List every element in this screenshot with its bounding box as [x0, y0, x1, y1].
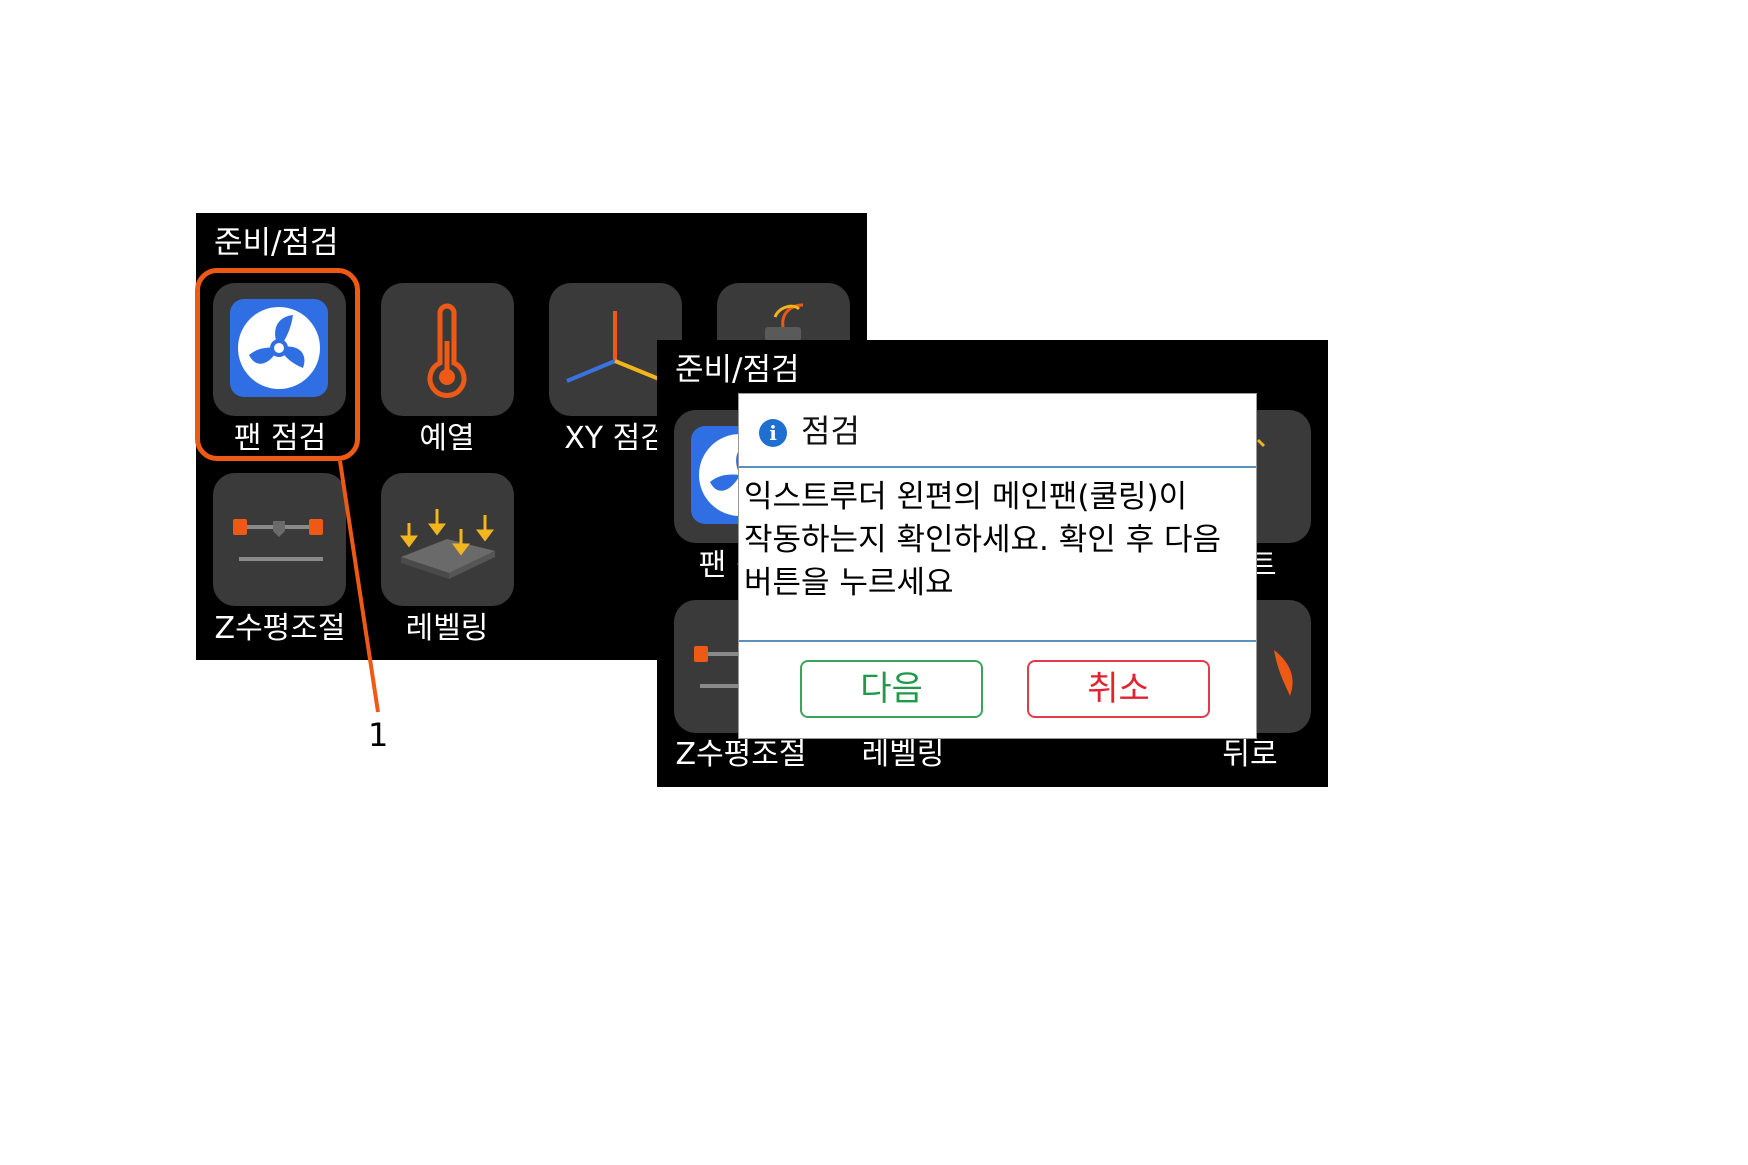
dialog-header: i 점검	[739, 394, 1256, 468]
tile-label-back: 뒤로	[1222, 737, 1278, 772]
tile-label-leveling: 레벨링	[861, 737, 945, 772]
screen-title: 준비/점검	[675, 352, 800, 388]
callout-number: 1	[368, 716, 389, 754]
tile-label-z-level: Z수평조절	[675, 737, 807, 772]
info-icon: i	[759, 419, 787, 447]
cancel-button[interactable]: 취소	[1027, 660, 1210, 718]
dialog-title: 점검	[801, 412, 860, 450]
next-button[interactable]: 다음	[800, 660, 983, 718]
confirm-dialog: i 점검 익스트루더 왼편의 메인팬(쿨링)이 작동하는지 확인하세요. 확인 …	[738, 393, 1257, 739]
dialog-message: 익스트루더 왼편의 메인팬(쿨링)이 작동하는지 확인하세요. 확인 후 다음 …	[744, 479, 1222, 601]
dialog-separator	[739, 640, 1256, 642]
